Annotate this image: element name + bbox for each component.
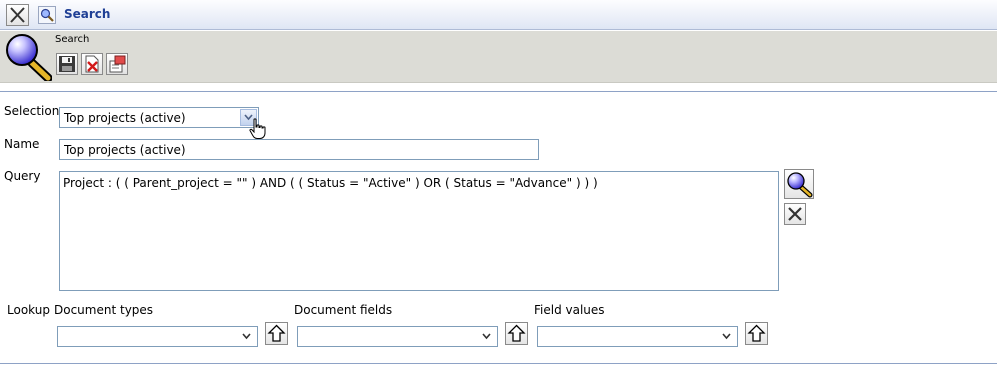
document-fields-label: Document fields (294, 303, 393, 317)
search-icon (38, 6, 56, 24)
close-icon (788, 207, 802, 221)
arrow-up-icon (507, 324, 526, 342)
chevron-down-icon[interactable] (719, 328, 736, 345)
selection-label: Selection (4, 104, 60, 118)
query-label: Query (4, 169, 41, 183)
query-textarea[interactable]: Project : ( ( Parent_project = "" ) AND … (60, 172, 778, 290)
hand-cursor-icon (249, 118, 267, 140)
close-icon (10, 7, 25, 23)
clear-query-button[interactable] (784, 203, 806, 225)
name-field[interactable] (59, 139, 539, 160)
name-input[interactable] (60, 140, 538, 159)
document-fields-dropdown[interactable] (297, 326, 498, 347)
search-icon (787, 172, 813, 198)
document-types-dropdown[interactable] (57, 326, 258, 347)
selection-dropdown[interactable]: Top projects (active) (59, 107, 259, 128)
delete-button[interactable] (81, 53, 103, 75)
arrow-up-icon (267, 324, 286, 342)
insert-field-value-button[interactable] (745, 322, 768, 345)
divider (0, 91, 997, 92)
divider (0, 363, 997, 364)
insert-document-field-button[interactable] (505, 322, 528, 345)
properties-button[interactable] (106, 53, 128, 75)
document-types-label: Document types (54, 303, 154, 317)
properties-icon (109, 55, 126, 73)
field-values-label: Field values (534, 303, 605, 317)
search-icon (4, 33, 52, 81)
window-title: Search (64, 7, 111, 21)
chevron-down-icon[interactable] (239, 328, 256, 345)
field-values-dropdown[interactable] (537, 326, 738, 347)
close-button[interactable] (6, 4, 29, 26)
lookup-label: Lookup (7, 303, 50, 317)
save-icon (59, 56, 75, 72)
run-search-button[interactable] (784, 169, 814, 199)
chevron-down-icon[interactable] (479, 328, 496, 345)
toolbar-label: Search (55, 34, 90, 45)
save-button[interactable] (56, 53, 78, 75)
query-field[interactable]: Project : ( ( Parent_project = "" ) AND … (59, 171, 779, 291)
selection-value: Top projects (active) (64, 111, 186, 125)
delete-icon (85, 55, 99, 73)
name-label: Name (4, 137, 40, 151)
toolbar: Search (0, 31, 997, 83)
window-title-bar: Search (0, 0, 997, 30)
arrow-up-icon (747, 324, 766, 342)
insert-document-type-button[interactable] (265, 322, 288, 345)
